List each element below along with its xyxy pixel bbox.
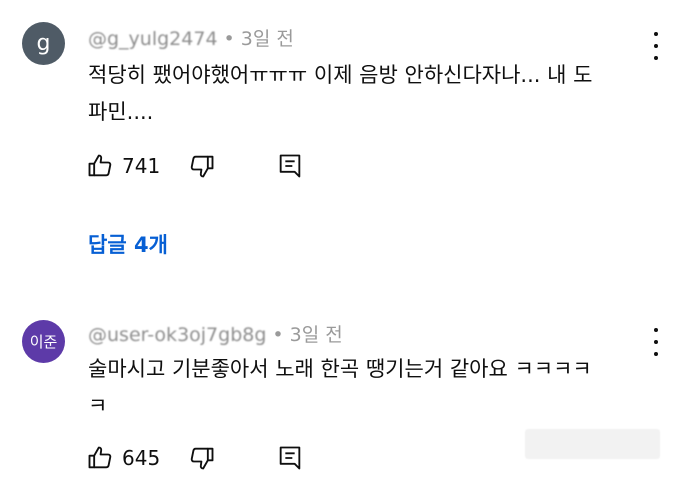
thumbs-up-icon xyxy=(88,446,112,469)
dislike-button[interactable] xyxy=(188,152,216,180)
avatar[interactable]: g xyxy=(22,22,65,65)
comment-time[interactable]: 3일 전 xyxy=(241,28,294,50)
ellipsis-dot xyxy=(654,56,658,60)
reply-button[interactable] xyxy=(276,152,304,180)
vertical-ellipsis-icon xyxy=(654,328,658,332)
avatar-letter: 이준 xyxy=(29,333,58,351)
comment-actions: 645 xyxy=(86,444,326,478)
comment-actions: 741 xyxy=(86,152,326,186)
avatar-letter: g xyxy=(36,31,51,56)
comment-icon xyxy=(279,154,301,178)
ellipsis-dot xyxy=(654,352,658,356)
like-count: 741 xyxy=(122,154,161,178)
meta-separator: • xyxy=(223,28,235,50)
reply-button[interactable] xyxy=(276,444,304,472)
view-replies-button[interactable]: 답글 4개 xyxy=(88,229,168,259)
author-handle[interactable]: @g_yulg2474 xyxy=(88,28,218,50)
comment-time[interactable]: 3일 전 xyxy=(290,324,343,346)
like-button[interactable]: 645 xyxy=(86,444,160,472)
author-handle[interactable]: @user-ok3oj7gb8g xyxy=(88,324,266,346)
dislike-button[interactable] xyxy=(188,444,216,472)
comment-icon xyxy=(279,446,301,470)
thumbs-down-icon xyxy=(190,447,214,470)
more-options-button[interactable] xyxy=(648,32,664,60)
comment-thread-1: g @g_yulg2474 • 3일 전 적당히 팼어야했어ㅠㅠㅠ 이제 음방 안하… xyxy=(0,0,700,280)
thumbs-up-icon xyxy=(88,154,112,177)
comment-meta: @g_yulg2474 • 3일 전 xyxy=(88,24,294,51)
vertical-ellipsis-icon xyxy=(654,32,658,36)
comment-meta: @user-ok3oj7gb8g • 3일 전 xyxy=(88,320,343,347)
comment-text: 술마시고 기분좋아서 노래 한곡 땡기는거 같아요 ㅋㅋㅋㅋ ㅋ xyxy=(88,357,592,418)
comment-thread-2: 이준 @user-ok3oj7gb8g • 3일 전 술마시고 기분좋아서 노래 한… xyxy=(0,300,700,499)
ellipsis-dot xyxy=(654,44,658,48)
avatar[interactable]: 이준 xyxy=(22,320,65,363)
thumbs-down-icon xyxy=(190,155,214,178)
comment-text: 적당히 팼어야했어ㅠㅠㅠ 이제 음방 안하신다자나... 내 도 파민.... xyxy=(88,63,593,124)
ellipsis-dot xyxy=(654,340,658,344)
like-button[interactable]: 741 xyxy=(86,152,160,180)
like-count: 645 xyxy=(122,446,161,470)
watermark xyxy=(525,429,660,459)
meta-separator: • xyxy=(272,324,284,346)
